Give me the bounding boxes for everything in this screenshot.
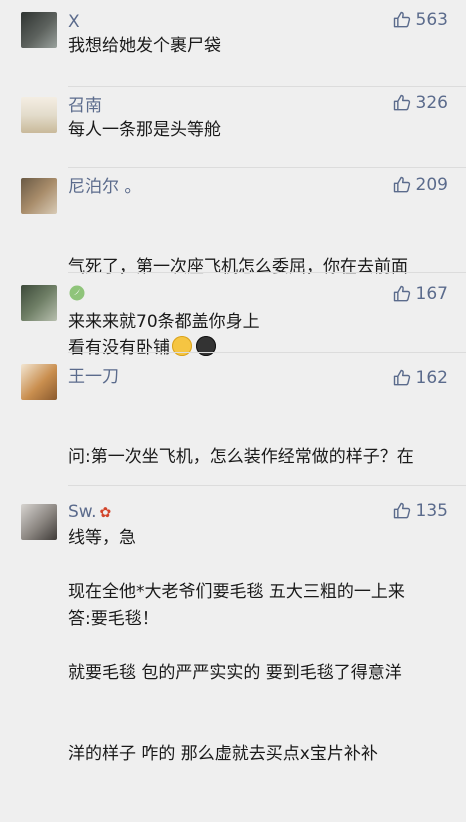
thumbs-up-icon bbox=[392, 501, 412, 521]
comment-item: 尼泊尔 。 209 气死了，第一次座飞机怎么委屈，你在去前面 看有没有卧铺 bbox=[0, 167, 466, 358]
leaf-icon bbox=[68, 285, 86, 307]
comment-list: X 563 我想给她发个裹尸袋 召南 326 每人一条那是头等舱 尼泊尔 。 2… bbox=[0, 0, 466, 764]
like-button[interactable]: 135 bbox=[392, 500, 448, 522]
like-button[interactable]: 563 bbox=[392, 9, 448, 31]
like-button[interactable]: 326 bbox=[392, 92, 448, 114]
like-button[interactable]: 162 bbox=[392, 367, 448, 389]
like-count: 167 bbox=[415, 284, 448, 304]
like-button[interactable]: 209 bbox=[392, 174, 448, 196]
comment-text: 来来来就70条都盖你身上 bbox=[68, 312, 260, 332]
like-count: 162 bbox=[415, 368, 448, 388]
comment-line: 洋的样子 咋的 那么虚就去买点x宝片补补 bbox=[68, 744, 378, 764]
comment-item: 167 来来来就70条都盖你身上 bbox=[0, 272, 466, 354]
avatar[interactable] bbox=[21, 285, 57, 321]
comment-author[interactable]: 尼泊尔 。 bbox=[68, 177, 141, 197]
comment-line: 问:第一次坐飞机，怎么装作经常做的样子？在 bbox=[68, 447, 414, 467]
like-count: 135 bbox=[415, 501, 448, 521]
thumbs-up-icon bbox=[392, 368, 412, 388]
like-count: 209 bbox=[415, 175, 448, 195]
comment-author[interactable]: Sw. ✿ bbox=[68, 502, 111, 523]
comment-line: 就要毛毯 包的严严实实的 要到毛毯了得意洋 bbox=[68, 663, 402, 683]
like-count: 326 bbox=[415, 93, 448, 113]
comment-item: X 563 我想给她发个裹尸袋 bbox=[0, 0, 466, 88]
paw-icon: ✿ bbox=[99, 505, 112, 521]
thumbs-up-icon bbox=[392, 93, 412, 113]
comment-text: 现在全他*大老爷们要毛毯 五大三粗的一上来 就要毛毯 包的严严实实的 要到毛毯了… bbox=[68, 525, 456, 822]
comment-author[interactable] bbox=[68, 284, 86, 307]
comment-item: 王一刀 162 问:第一次坐飞机，怎么装作经常做的样子？在 线等，急 答:要毛毯… bbox=[0, 352, 466, 629]
thumbs-up-icon bbox=[392, 10, 412, 30]
comment-item: Sw. ✿ 135 现在全他*大老爷们要毛毯 五大三粗的一上来 就要毛毯 包的严严… bbox=[0, 485, 466, 764]
comment-line: 现在全他*大老爷们要毛毯 五大三粗的一上来 bbox=[68, 582, 405, 602]
comment-author[interactable]: 召南 bbox=[68, 96, 102, 116]
like-count: 563 bbox=[415, 10, 448, 30]
avatar[interactable] bbox=[21, 364, 57, 400]
comment-author[interactable]: 王一刀 bbox=[68, 367, 119, 387]
avatar[interactable] bbox=[21, 97, 57, 133]
like-button[interactable]: 167 bbox=[392, 283, 448, 305]
comment-item: 召南 326 每人一条那是头等舱 bbox=[0, 86, 466, 169]
avatar[interactable] bbox=[21, 12, 57, 48]
comment-author[interactable]: X bbox=[68, 12, 80, 32]
comment-text: 每人一条那是头等舱 bbox=[68, 120, 221, 140]
comment-text: 我想给她发个裹尸袋 bbox=[68, 36, 221, 56]
avatar[interactable] bbox=[21, 504, 57, 540]
thumbs-up-icon bbox=[392, 175, 412, 195]
avatar[interactable] bbox=[21, 178, 57, 214]
thumbs-up-icon bbox=[392, 284, 412, 304]
